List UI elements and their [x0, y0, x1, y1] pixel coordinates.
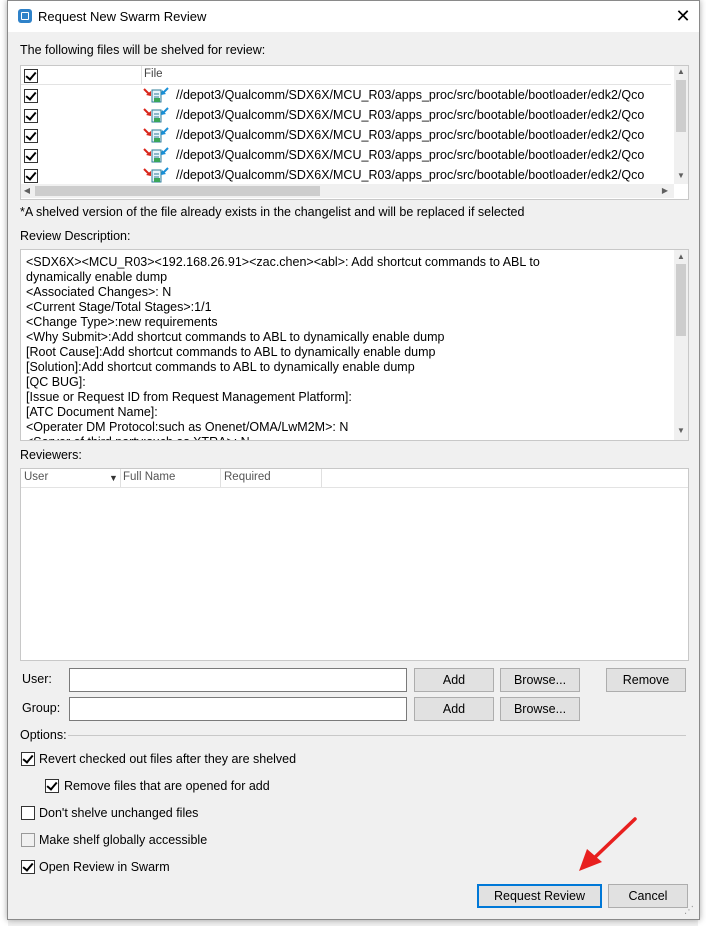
app-icon: [18, 9, 32, 23]
file-checkbox[interactable]: [24, 169, 38, 183]
review-description-textarea[interactable]: <SDX6X><MCU_R03><192.168.26.91><zac.chen…: [20, 249, 689, 441]
sort-down-icon: ▼: [109, 473, 118, 483]
make-global-label[interactable]: Make shelf globally accessible: [39, 833, 207, 847]
file-row[interactable]: //depot3/Qualcomm/SDX6X/MCU_R03/apps_pro…: [21, 105, 671, 125]
description-line: [Root Cause]:Add shortcut commands to AB…: [26, 345, 436, 359]
file-shelve-icon: [143, 87, 169, 103]
file-list-hscroll[interactable]: ◀ ▶: [21, 184, 674, 198]
remove-open-for-add-checkbox[interactable]: [45, 779, 59, 793]
description-vscroll[interactable]: ▲ ▼: [674, 250, 688, 440]
description-line: <Server of third party:such as XTRA>: N: [26, 435, 250, 440]
file-path: //depot3/Qualcomm/SDX6X/MCU_R03/apps_pro…: [176, 108, 645, 122]
files-heading: The following files will be shelved for …: [20, 43, 266, 57]
file-path: //depot3/Qualcomm/SDX6X/MCU_R03/apps_pro…: [176, 168, 645, 182]
file-path: //depot3/Qualcomm/SDX6X/MCU_R03/apps_pro…: [176, 88, 645, 102]
shelved-note: *A shelved version of the file already e…: [20, 205, 525, 219]
description-line: [ATC Document Name]:: [26, 405, 158, 419]
add-user-button[interactable]: Add: [414, 668, 494, 692]
file-row[interactable]: //depot3/Qualcomm/SDX6X/MCU_R03/apps_pro…: [21, 145, 671, 165]
browse-group-button[interactable]: Browse...: [500, 697, 580, 721]
add-group-button[interactable]: Add: [414, 697, 494, 721]
description-line: <Change Type>:new requirements: [26, 315, 218, 329]
file-shelve-icon: [143, 167, 169, 183]
description-line: dynamically enable dump: [26, 270, 168, 284]
reviewers-table: User ▼ Full Name Required: [20, 468, 689, 661]
fullname-column-header[interactable]: Full Name: [123, 471, 175, 483]
file-path: //depot3/Qualcomm/SDX6X/MCU_R03/apps_pro…: [176, 128, 645, 142]
description-line: <Associated Changes>: N: [26, 285, 172, 299]
file-checkbox[interactable]: [24, 109, 38, 123]
browse-user-button[interactable]: Browse...: [500, 668, 580, 692]
description-line: <Current Stage/Total Stages>:1/1: [26, 300, 212, 314]
revert-label[interactable]: Revert checked out files after they are …: [39, 752, 296, 766]
remove-open-for-add-label[interactable]: Remove files that are opened for add: [64, 779, 270, 793]
description-label: Review Description:: [20, 229, 131, 243]
file-column-header[interactable]: File: [144, 68, 163, 80]
file-row[interactable]: //depot3/Qualcomm/SDX6X/MCU_R03/apps_pro…: [21, 165, 671, 185]
file-row[interactable]: //depot3/Qualcomm/SDX6X/MCU_R03/apps_pro…: [21, 125, 671, 145]
group-input[interactable]: [69, 697, 407, 721]
file-checkbox[interactable]: [24, 149, 38, 163]
annotation-arrow-icon: [579, 817, 637, 871]
description-line: [Solution]:Add shortcut commands to ABL …: [26, 360, 415, 374]
required-column-header[interactable]: Required: [224, 471, 271, 483]
request-review-button[interactable]: Request Review: [477, 884, 602, 908]
options-label: Options:: [20, 728, 67, 742]
select-all-checkbox[interactable]: [24, 69, 38, 83]
dont-shelve-unchanged-label[interactable]: Don't shelve unchanged files: [39, 806, 198, 820]
description-line: <SDX6X><MCU_R03><192.168.26.91><zac.chen…: [26, 255, 540, 269]
user-label: User:: [22, 672, 52, 686]
description-line: [Issue or Request ID from Request Manage…: [26, 390, 352, 404]
request-review-dialog: Request New Swarm Review ✕ The following…: [7, 0, 700, 920]
file-shelve-icon: [143, 147, 169, 163]
file-row[interactable]: //depot3/Qualcomm/SDX6X/MCU_R03/apps_pro…: [21, 85, 671, 105]
remove-reviewer-button[interactable]: Remove: [606, 668, 686, 692]
file-checkbox[interactable]: [24, 129, 38, 143]
reviewers-header: User ▼ Full Name Required: [21, 469, 688, 488]
reviewers-label: Reviewers:: [20, 448, 82, 462]
file-shelve-icon: [143, 127, 169, 143]
title-bar: Request New Swarm Review ✕: [8, 1, 699, 32]
options-divider: [68, 735, 686, 736]
group-label: Group:: [22, 701, 61, 715]
file-list: File //depot3/Qualcomm/SDX6X/MCU_R03/app…: [20, 65, 689, 200]
user-column-header[interactable]: User: [24, 471, 48, 483]
file-shelve-icon: [143, 107, 169, 123]
file-list-header: File: [21, 66, 671, 85]
file-list-vscroll[interactable]: ▲ ▼: [674, 66, 688, 184]
file-path: //depot3/Qualcomm/SDX6X/MCU_R03/apps_pro…: [176, 148, 645, 162]
resize-grip-icon[interactable]: ⋰: [684, 905, 696, 917]
open-in-swarm-checkbox[interactable]: [21, 860, 35, 874]
window-title: Request New Swarm Review: [38, 9, 207, 24]
make-global-checkbox[interactable]: [21, 833, 35, 847]
cancel-button[interactable]: Cancel: [608, 884, 688, 908]
description-line: <Why Submit>:Add shortcut commands to AB…: [26, 330, 445, 344]
user-input[interactable]: [69, 668, 407, 692]
description-line: [QC BUG]:: [26, 375, 86, 389]
description-line: <Operater DM Protocol:such as Onenet/OMA…: [26, 420, 349, 434]
dont-shelve-unchanged-checkbox[interactable]: [21, 806, 35, 820]
open-in-swarm-label[interactable]: Open Review in Swarm: [39, 860, 170, 874]
file-checkbox[interactable]: [24, 89, 38, 103]
revert-checkbox[interactable]: [21, 752, 35, 766]
close-icon[interactable]: ✕: [672, 5, 694, 27]
